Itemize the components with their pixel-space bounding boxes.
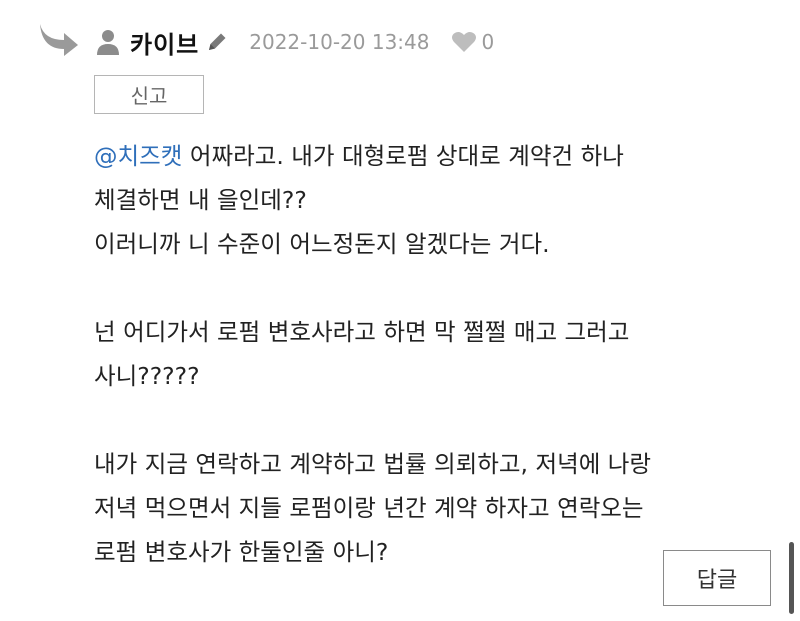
comment-line: 저녁 먹으면서 지들 로펌이랑 년간 계약 하자고 연락오는 [94,494,644,522]
reply-button-label: 답글 [696,568,738,593]
reply-arrow-icon [40,24,78,56]
report-button-label: 신고 [130,84,168,108]
comment-body: @치즈캣 어짜라고. 내가 대형로펌 상대로 계약건 하나 체결하면 내 을인데… [94,134,774,574]
comment-line: 넌 어디가서 로펌 변호사라고 하면 막 쩔쩔 매고 그러고 [94,318,630,346]
like-count: 0 [481,30,495,54]
report-button[interactable]: 신고 [94,75,204,114]
comment-blank-line [94,398,774,442]
comment-line: 이러니까 니 수준이 어느정돈지 알겠다는 거다. [94,230,550,258]
comment-blank-line [94,266,774,310]
scrollbar-thumb[interactable] [789,542,794,614]
user-icon [97,30,119,55]
comment-line: 내가 지금 연락하고 계약하고 법률 의뢰하고, 저녁에 나랑 [94,450,652,478]
pencil-icon [209,33,226,50]
author-name[interactable]: 카이브 [130,25,199,60]
comment-date: 2022-10-20 13:48 [249,30,430,54]
heart-icon[interactable] [451,30,477,54]
reply-button[interactable]: 답글 [663,550,771,606]
comment-line: 체결하면 내 을인데?? [94,186,307,214]
comment-meta: 카이브 2022-10-20 13:48 0 [94,24,494,60]
comment-line: 사니????? [94,362,200,390]
mention-link[interactable]: @치즈캣 [94,142,182,170]
comment-line: @치즈캣 어짜라고. 내가 대형로펌 상대로 계약건 하나 [94,134,774,178]
comment-line-text: 어짜라고. 내가 대형로펌 상대로 계약건 하나 [182,142,624,170]
